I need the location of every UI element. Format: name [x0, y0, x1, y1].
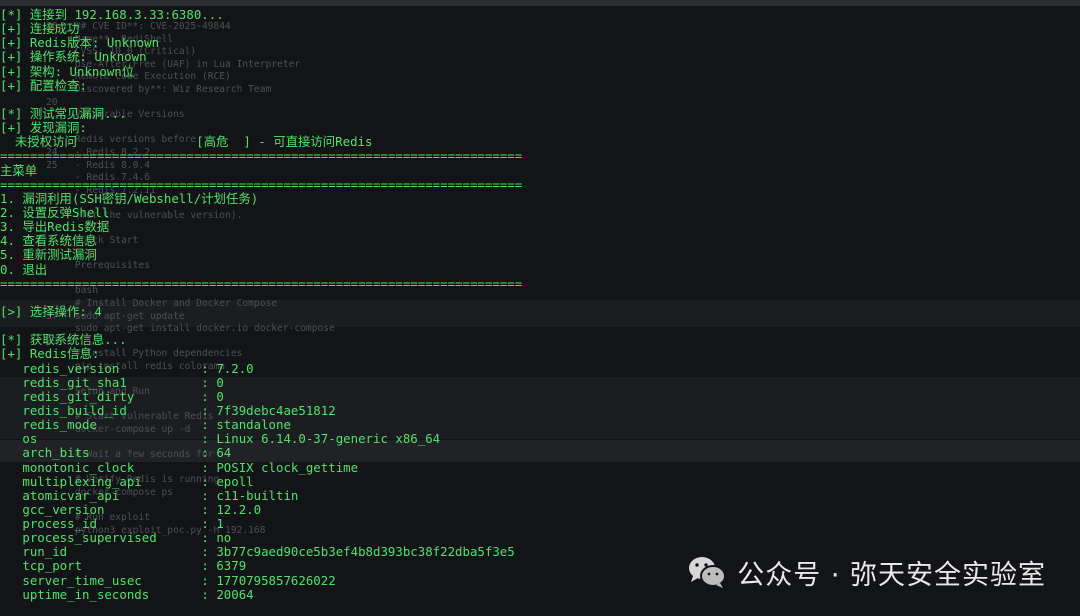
- terminal-line: [>] 选择操作: 4: [0, 303, 102, 319]
- terminal-line: 1. 漏洞利用(SSH密钥/Webshell/计划任务): [0, 190, 259, 206]
- terminal-line: arch_bits : 64: [0, 445, 232, 461]
- terminal-line: redis_git_sha1 : 0: [0, 374, 224, 390]
- terminal-line: atomicvar_api : c11-builtin: [0, 487, 299, 503]
- terminal-line: process_supervised : no: [0, 530, 232, 546]
- terminal-line: [*] 获取系统信息...: [0, 332, 127, 348]
- terminal-line: [*] 连接到 192.168.3.33:6380...: [0, 7, 224, 22]
- wechat-icon: [689, 557, 727, 588]
- terminal-line: redis_git_dirty : 0: [0, 388, 224, 404]
- terminal-line: [*] 测试常见漏洞...: [0, 105, 127, 121]
- terminal-line: [+] 发现漏洞:: [0, 120, 87, 136]
- terminal-line: process_id : 1: [0, 516, 224, 532]
- window-top-bar: [0, 0, 1080, 6]
- terminal-line: redis_mode : standalone: [0, 417, 291, 433]
- terminal-line: 未授权访问 [高危 ] - 可直接访问Redis: [0, 134, 373, 150]
- terminal-line: ========================================…: [0, 148, 523, 164]
- terminal-line: [+] Redis版本: Unknown: [0, 35, 160, 51]
- terminal-line: [+] 操作系统: Unknown: [0, 49, 147, 65]
- terminal-line: [+] 配置检查:: [0, 77, 87, 93]
- terminal-output: [*] 连接到 192.168.3.33:6380... [+] 连接成功 [+] …: [0, 7, 1080, 616]
- terminal-line: ========================================…: [0, 275, 523, 291]
- terminal-line: os : Linux 6.14.0-37-generic x86_64: [0, 431, 441, 447]
- terminal-line: redis_version : 7.2.0: [0, 360, 254, 376]
- terminal-line: multiplexing_api : epoll: [0, 473, 254, 489]
- terminal-line: gcc_version : 12.2.0: [0, 501, 262, 517]
- terminal-line: ========================================…: [0, 176, 523, 192]
- terminal-line: [+] 连接成功: [0, 21, 80, 37]
- terminal-line: redis_build_id : 7f39debc4ae51812: [0, 402, 336, 418]
- terminal-line: [+] 架构: Unknown位: [0, 63, 135, 79]
- terminal-line: 3. 导出Redis数据: [0, 219, 110, 235]
- watermark: 公众号 · 弥天安全实验室: [687, 553, 1046, 591]
- terminal-line: [+] Redis信息:: [0, 346, 100, 362]
- terminal-line: 主菜单: [0, 162, 38, 178]
- terminal-line: 5. 重新测试漏洞: [0, 247, 97, 263]
- terminal-line: monotonic_clock : POSIX clock_gettime: [0, 459, 359, 475]
- terminal-line: 2. 设置反弹Shell: [0, 204, 110, 220]
- watermark-text: 公众号 · 弥天安全实验室: [737, 559, 1046, 591]
- terminal-line: 0. 退出: [0, 261, 48, 277]
- terminal-line: 4. 查看系统信息: [0, 233, 97, 249]
